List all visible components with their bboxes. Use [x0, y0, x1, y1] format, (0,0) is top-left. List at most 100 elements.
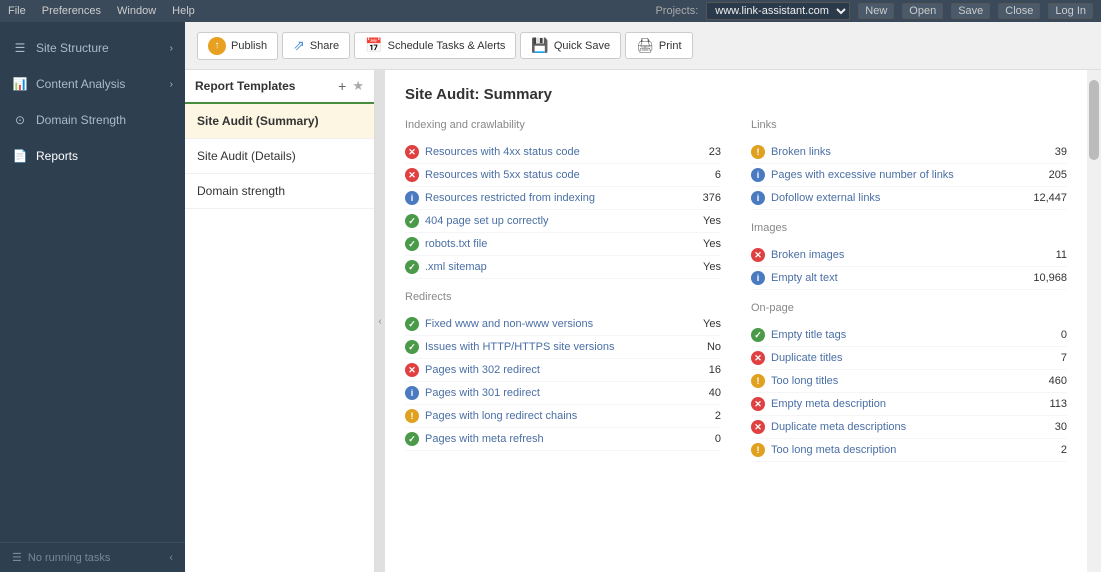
template-item-domain-strength[interactable]: Domain strength: [185, 174, 374, 209]
row-label[interactable]: Resources restricted from indexing: [425, 192, 675, 204]
sidebar-label-reports: Reports: [36, 149, 78, 163]
row-value: 40: [681, 387, 721, 399]
project-dropdown[interactable]: www.link-assistant.com: [706, 2, 850, 20]
row-value: 205: [1027, 169, 1067, 181]
status-warn-icon: !: [751, 443, 765, 457]
print-button[interactable]: 🖨 Print: [625, 32, 692, 59]
status-ok-icon: ✓: [751, 328, 765, 342]
menu-preferences[interactable]: Preferences: [42, 5, 101, 17]
row-value: 39: [1027, 146, 1067, 158]
row-label[interactable]: 404 page set up correctly: [425, 215, 675, 227]
publish-button[interactable]: ↑ Publish: [197, 32, 278, 60]
section-onpage-title: On-page: [751, 302, 1067, 316]
sidebar-label-site-structure: Site Structure: [36, 41, 109, 55]
reports-icon: 📄: [12, 148, 28, 164]
sidebar-collapse-icon[interactable]: ‹: [169, 552, 173, 564]
row-label[interactable]: robots.txt file: [425, 238, 675, 250]
share-icon: ⇗: [293, 37, 305, 54]
templates-title: Report Templates: [195, 79, 332, 93]
status-info-icon: i: [751, 168, 765, 182]
row-label[interactable]: Empty alt text: [771, 272, 1021, 284]
sidebar-item-reports[interactable]: 📄 Reports: [0, 138, 185, 174]
row-label[interactable]: Too long meta description: [771, 444, 1021, 456]
table-row: ✓ .xml sitemap Yes: [405, 256, 721, 279]
table-row: ✓ Issues with HTTP/HTTPS site versions N…: [405, 336, 721, 359]
row-value: 12,447: [1027, 192, 1067, 204]
menu-bar: File Preferences Window Help Projects: w…: [0, 0, 1101, 22]
print-icon: 🖨: [636, 37, 654, 54]
add-template-icon[interactable]: +: [338, 78, 346, 94]
template-item-site-audit-summary[interactable]: Site Audit (Summary): [185, 104, 374, 139]
row-value: 2: [681, 410, 721, 422]
sidebar-item-site-structure[interactable]: ☰ Site Structure ›: [0, 30, 185, 66]
menu-help[interactable]: Help: [172, 5, 195, 17]
row-label[interactable]: Resources with 5xx status code: [425, 169, 675, 181]
row-label[interactable]: Duplicate meta descriptions: [771, 421, 1021, 433]
row-label[interactable]: Pages with 302 redirect: [425, 364, 675, 376]
main-layout: ☰ Site Structure › 📊 Content Analysis › …: [0, 22, 1101, 572]
save-icon: 💾: [531, 37, 548, 54]
scrollbar[interactable]: [1087, 70, 1101, 572]
row-label[interactable]: Too long titles: [771, 375, 1021, 387]
row-label[interactable]: Dofollow external links: [771, 192, 1021, 204]
share-label: Share: [310, 40, 339, 52]
panels: Report Templates + ★ Site Audit (Summary…: [185, 70, 1101, 572]
save-button[interactable]: Save: [951, 3, 990, 19]
scrollbar-thumb[interactable]: [1089, 80, 1099, 160]
open-button[interactable]: Open: [902, 3, 943, 19]
status-error-icon: ✕: [751, 248, 765, 262]
menu-window[interactable]: Window: [117, 5, 156, 17]
content-area: ↑ Publish ⇗ Share 📅 Schedule Tasks & Ale…: [185, 22, 1101, 572]
table-row: ✕ Empty meta description 113: [751, 393, 1067, 416]
status-info-icon: i: [405, 191, 419, 205]
table-row: ✓ Pages with meta refresh 0: [405, 428, 721, 451]
row-label[interactable]: Pages with excessive number of links: [771, 169, 1021, 181]
status-error-icon: ✕: [751, 397, 765, 411]
status-ok-icon: ✓: [405, 340, 419, 354]
row-label[interactable]: Empty title tags: [771, 329, 1021, 341]
sidebar-item-domain-strength[interactable]: ⊙ Domain Strength: [0, 102, 185, 138]
schedule-label: Schedule Tasks & Alerts: [388, 40, 506, 52]
collapse-handle[interactable]: ‹: [375, 70, 385, 572]
menu-file[interactable]: File: [8, 5, 26, 17]
status-error-icon: ✕: [751, 351, 765, 365]
top-toolbar: ↑ Publish ⇗ Share 📅 Schedule Tasks & Ale…: [185, 22, 1101, 70]
status-error-icon: ✕: [405, 363, 419, 377]
row-value: 376: [681, 192, 721, 204]
table-row: i Pages with excessive number of links 2…: [751, 164, 1067, 187]
template-item-site-audit-details[interactable]: Site Audit (Details): [185, 139, 374, 174]
row-label[interactable]: Duplicate titles: [771, 352, 1021, 364]
row-label[interactable]: Pages with 301 redirect: [425, 387, 675, 399]
row-label[interactable]: Pages with long redirect chains: [425, 410, 675, 422]
row-value: 113: [1027, 398, 1067, 410]
status-error-icon: ✕: [405, 145, 419, 159]
quicksave-button[interactable]: 💾 Quick Save: [520, 32, 621, 59]
row-value: 23: [681, 146, 721, 158]
report-title: Site Audit: Summary: [405, 86, 1067, 103]
share-button[interactable]: ⇗ Share: [282, 32, 350, 59]
table-row: i Pages with 301 redirect 40: [405, 382, 721, 405]
templates-header: Report Templates + ★: [185, 70, 374, 104]
close-button[interactable]: Close: [998, 3, 1040, 19]
table-row: ! Broken links 39: [751, 141, 1067, 164]
row-label[interactable]: Resources with 4xx status code: [425, 146, 675, 158]
row-label[interactable]: Pages with meta refresh: [425, 433, 675, 445]
status-error-icon: ✕: [751, 420, 765, 434]
section-indexing-title: Indexing and crawlability: [405, 119, 721, 133]
schedule-button[interactable]: 📅 Schedule Tasks & Alerts: [354, 32, 516, 59]
sidebar: ☰ Site Structure › 📊 Content Analysis › …: [0, 22, 185, 572]
table-row: ! Pages with long redirect chains 2: [405, 405, 721, 428]
star-icon[interactable]: ★: [352, 78, 364, 94]
row-value: No: [681, 341, 721, 353]
sidebar-item-content-analysis[interactable]: 📊 Content Analysis ›: [0, 66, 185, 102]
section-images-title: Images: [751, 222, 1067, 236]
row-label[interactable]: .xml sitemap: [425, 261, 675, 273]
row-label[interactable]: Issues with HTTP/HTTPS site versions: [425, 341, 675, 353]
new-button[interactable]: New: [858, 3, 894, 19]
row-label[interactable]: Fixed www and non-www versions: [425, 318, 675, 330]
row-label[interactable]: Empty meta description: [771, 398, 1021, 410]
report-col-right: Links ! Broken links 39 i Pages with exc…: [751, 119, 1067, 462]
row-label[interactable]: Broken links: [771, 146, 1021, 158]
row-label[interactable]: Broken images: [771, 249, 1021, 261]
login-button[interactable]: Log In: [1048, 3, 1093, 19]
